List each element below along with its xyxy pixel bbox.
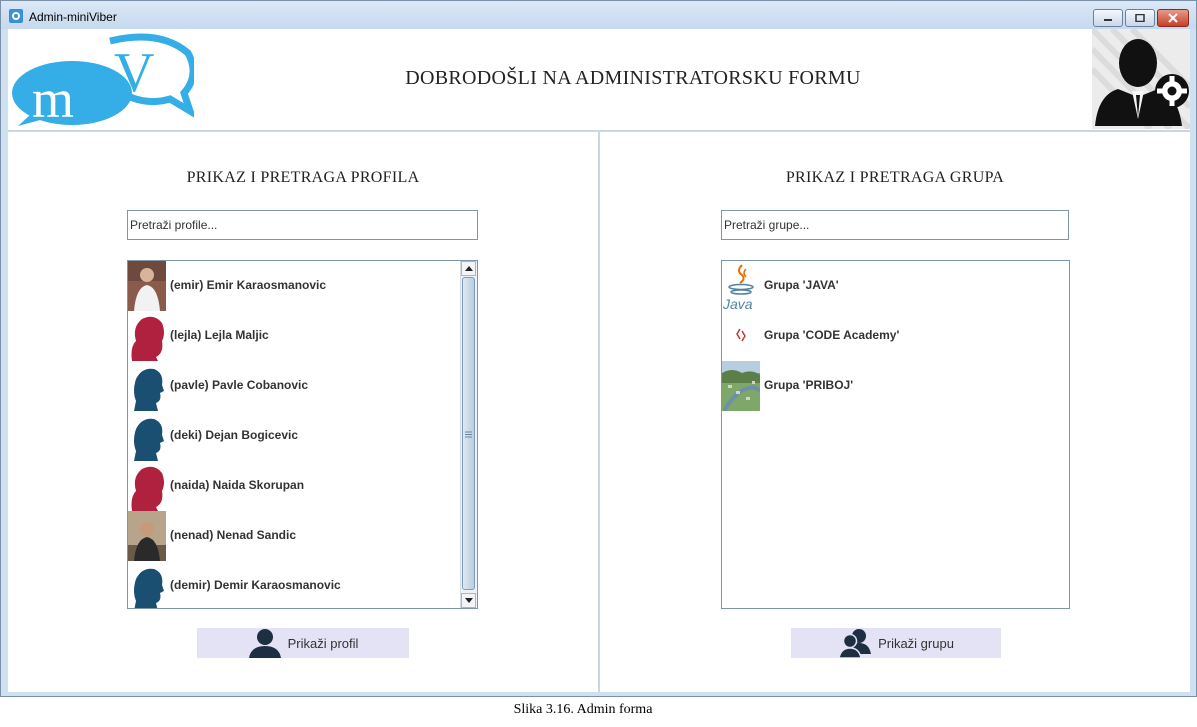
- profile-label: (deki) Dejan Bogicevic: [170, 428, 299, 442]
- list-item[interactable]: (emir) Emir Karaosmanovic: [128, 261, 477, 311]
- town-photo-icon: [722, 361, 760, 411]
- show-profile-label: Prikaži profil: [287, 635, 359, 651]
- groups-title: PRIKAZ I PRETRAGA GRUPA: [785, 169, 1005, 186]
- male-silhouette-avatar: [134, 368, 164, 411]
- list-item[interactable]: (lejla) Lejla Maljic: [128, 311, 477, 361]
- list-item[interactable]: Grupa 'PRIBOJ': [722, 361, 1069, 411]
- show-group-button[interactable]: Prikaži grupu: [791, 628, 1001, 658]
- profile-label: (emir) Emir Karaosmanovic: [170, 278, 327, 292]
- show-profile-button[interactable]: Prikaži profil: [197, 628, 409, 658]
- scroll-down-button[interactable]: [461, 593, 476, 608]
- group-search-input[interactable]: [721, 210, 1069, 240]
- header: m V DOBRODOŠLI NA ADMINISTRATORSKU FORMU: [8, 29, 1190, 132]
- mv-logo: m V: [12, 33, 194, 127]
- list-item[interactable]: Java Grupa 'JAVA': [722, 261, 1069, 311]
- title-bar[interactable]: Admin-miniViber: [1, 1, 1196, 29]
- male-silhouette-avatar: [134, 568, 164, 608]
- admin-settings-icon: [1092, 29, 1190, 129]
- group-label: Grupa 'CODE Academy': [764, 328, 900, 342]
- profile-list[interactable]: (emir) Emir Karaosmanovic (lejla) Lejla …: [127, 260, 478, 609]
- svg-text:V: V: [114, 42, 154, 104]
- maximize-icon: [1135, 14, 1145, 22]
- profiles-title: PRIKAZ I PRETRAGA PROFILA: [186, 169, 420, 186]
- app-window: Admin-miniViber m V DOBRODOŠLI NA ADMINI…: [0, 0, 1197, 697]
- close-button[interactable]: [1157, 9, 1189, 27]
- list-item[interactable]: Grupa 'CODE Academy': [722, 311, 1069, 361]
- list-item[interactable]: (deki) Dejan Bogicevic: [128, 411, 477, 461]
- group-label: Grupa 'JAVA': [764, 278, 839, 292]
- list-item[interactable]: (pavle) Pavle Cobanovic: [128, 361, 477, 411]
- svg-text:m: m: [32, 69, 74, 127]
- profile-label: (naida) Naida Skorupan: [170, 478, 305, 492]
- profile-label: (pavle) Pavle Cobanovic: [170, 378, 309, 392]
- close-icon: [1168, 13, 1178, 23]
- minimize-button[interactable]: [1093, 9, 1123, 27]
- profile-label: (nenad) Nenad Sandic: [170, 528, 297, 542]
- group-list[interactable]: Java Grupa 'JAVA' Grupa 'CODE Academy' G…: [721, 260, 1070, 609]
- java-logo-text: Java: [722, 296, 753, 311]
- grip-icon: [465, 431, 472, 438]
- profile-search-input[interactable]: [127, 210, 478, 240]
- maximize-button[interactable]: [1125, 9, 1155, 27]
- female-silhouette-avatar: [131, 466, 164, 511]
- user-icon: [248, 629, 281, 658]
- male-silhouette-avatar: [134, 418, 164, 461]
- profile-label: (lejla) Lejla Maljic: [170, 328, 269, 342]
- app-icon: [9, 9, 23, 23]
- panel-divider: [598, 132, 600, 692]
- female-silhouette-avatar: [131, 316, 164, 361]
- list-item[interactable]: (demir) Demir Karaosmanovic: [128, 561, 477, 608]
- code-academy-logo-icon: [736, 328, 746, 342]
- profile-label: (demir) Demir Karaosmanovic: [170, 578, 341, 592]
- client-area: m V DOBRODOŠLI NA ADMINISTRATORSKU FORMU: [8, 29, 1190, 692]
- minimize-icon: [1104, 19, 1112, 21]
- profile-photo-avatar: [128, 511, 166, 561]
- arrow-up-icon: [464, 266, 473, 271]
- profile-photo-avatar: [128, 261, 166, 311]
- figure-caption: Slika 3.16. Admin forma: [513, 702, 653, 717]
- page-title: DOBRODOŠLI NA ADMINISTRATORSKU FORMU: [405, 67, 861, 89]
- scroll-up-button[interactable]: [461, 261, 476, 276]
- window-title: Admin-miniViber: [29, 10, 117, 24]
- group-icon: [838, 629, 872, 658]
- show-group-label: Prikaži grupu: [878, 635, 954, 651]
- profile-list-scrollbar[interactable]: [460, 261, 477, 608]
- group-label: Grupa 'PRIBOJ': [764, 378, 854, 392]
- list-item[interactable]: (nenad) Nenad Sandic: [128, 511, 477, 561]
- arrow-down-icon: [464, 598, 473, 603]
- scroll-thumb[interactable]: [462, 277, 475, 590]
- java-logo-icon: Java: [722, 264, 754, 311]
- list-item[interactable]: (naida) Naida Skorupan: [128, 461, 477, 511]
